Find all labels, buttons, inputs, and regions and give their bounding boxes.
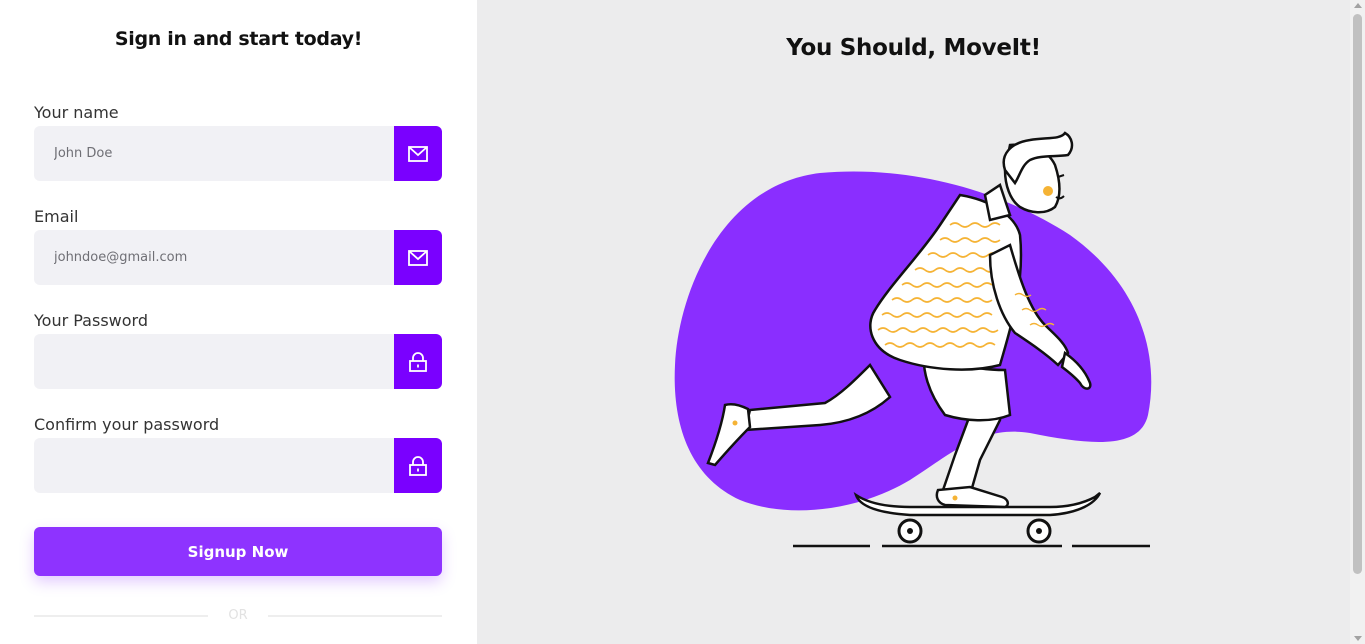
signup-panel: Sign in and start today! Your name Email… (0, 0, 477, 644)
or-divider: OR (34, 606, 442, 626)
scroll-up-arrow-icon[interactable] (1354, 3, 1362, 8)
mail-icon (394, 230, 442, 285)
confirm-password-field (34, 438, 442, 493)
skateboarder-illustration (674, 131, 1152, 548)
confirm-password-input[interactable] (34, 438, 394, 493)
lock-icon (394, 334, 442, 389)
form-title: Sign in and start today! (114, 28, 363, 50)
name-input[interactable] (34, 126, 394, 181)
email-input[interactable] (34, 230, 394, 285)
password-input[interactable] (34, 334, 394, 389)
neck (983, 183, 1012, 222)
divider-line-right (268, 615, 442, 617)
email-field (34, 230, 442, 285)
cheek (1043, 186, 1053, 196)
hero-title: You Should, MoveIt! (786, 35, 1041, 61)
scroll-thumb[interactable] (1353, 14, 1362, 574)
scroll-down-arrow-icon[interactable] (1354, 636, 1362, 641)
email-label: Email (34, 207, 79, 226)
front-shoe (935, 485, 1010, 509)
mail-icon (394, 126, 442, 181)
password-label: Your Password (34, 311, 148, 330)
signup-button[interactable]: Signup Now (34, 527, 442, 576)
confirm-password-label: Confirm your password (34, 415, 220, 434)
password-field (34, 334, 442, 389)
lock-icon (394, 438, 442, 493)
name-field (34, 126, 442, 181)
scrollbar[interactable] (1350, 0, 1365, 644)
name-label: Your name (34, 103, 119, 122)
